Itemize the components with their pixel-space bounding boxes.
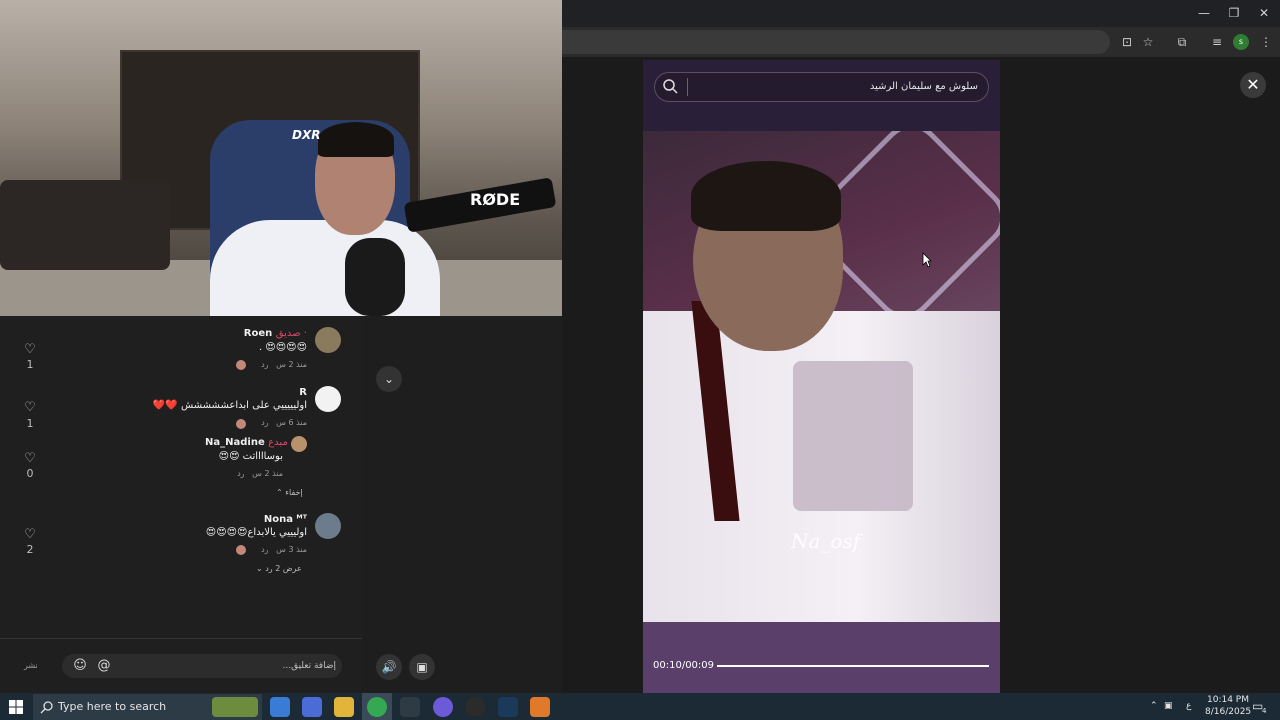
- install-icon[interactable]: ⊡: [1118, 34, 1136, 50]
- chrome-icon[interactable]: [367, 697, 387, 717]
- comment-time: منذ 2 س رد: [261, 360, 307, 369]
- person-hair: [691, 161, 841, 231]
- comment-time: منذ 2 س رد: [237, 469, 283, 478]
- notification-count: 4: [1262, 707, 1267, 715]
- comment-author[interactable]: Roen صديق ·: [240, 328, 307, 339]
- star-icon[interactable]: ☆: [1139, 34, 1157, 50]
- volume-icon[interactable]: 🔊: [376, 654, 402, 680]
- app-icon[interactable]: [530, 697, 550, 717]
- search-icon: [40, 701, 53, 714]
- close-viewer-button[interactable]: ✕: [1240, 72, 1266, 98]
- discord-icon[interactable]: [433, 697, 453, 717]
- emoji-icon[interactable]: ☺: [72, 658, 88, 674]
- file-explorer-icon[interactable]: [334, 697, 354, 717]
- mention-icon[interactable]: @: [96, 658, 112, 674]
- avatar[interactable]: [315, 386, 341, 412]
- comment-author[interactable]: R: [280, 387, 307, 398]
- mic-brand-logo: RØDE: [470, 190, 521, 209]
- comment-placeholder[interactable]: إضافة تعليق...: [120, 654, 336, 678]
- profile-avatar[interactable]: s: [1233, 34, 1249, 50]
- like-icon[interactable]: ♡: [22, 452, 38, 466]
- chair-brand-logo: DXR: [292, 128, 321, 142]
- language-indicator[interactable]: ع: [1186, 701, 1191, 711]
- clock-time[interactable]: 10:14 PM: [1207, 695, 1249, 705]
- creator-like-avatar: [236, 545, 246, 555]
- obs-icon[interactable]: [465, 697, 485, 717]
- steam-icon[interactable]: [498, 697, 518, 717]
- creator-like-avatar: [236, 419, 246, 429]
- player-controls: [643, 622, 1000, 693]
- avatar[interactable]: [315, 513, 341, 539]
- comment-author[interactable]: Na_Nadine مبدع ·: [205, 437, 294, 448]
- tray-chevron-icon[interactable]: ⌃: [1150, 701, 1158, 711]
- comment-text: بوسااااتت 😍😍: [218, 451, 283, 462]
- like-count: 0: [26, 467, 34, 480]
- comments-panel: [0, 316, 362, 693]
- address-bar[interactable]: [562, 30, 1110, 54]
- microphone: [345, 238, 405, 316]
- video-frame[interactable]: Na_osf: [643, 131, 1000, 622]
- search-icon[interactable]: [662, 78, 678, 94]
- webcam-overlay: RØDE DXR: [0, 0, 562, 316]
- comment-text: اوليييييي على ابداعششششش ❤️❤️: [152, 400, 307, 411]
- copilot-icon[interactable]: [270, 697, 290, 717]
- zoom-icon[interactable]: [302, 697, 322, 717]
- close-window-button[interactable]: ✕: [1254, 5, 1274, 21]
- video-watermark: Na_osf: [791, 529, 861, 553]
- extensions-icon[interactable]: ⧉: [1173, 34, 1191, 50]
- chevron-down-icon[interactable]: ⌄: [376, 366, 402, 392]
- avatar[interactable]: [315, 327, 341, 353]
- progress-bar[interactable]: [717, 665, 989, 667]
- windows-start-icon[interactable]: [8, 699, 24, 715]
- widgets-icon[interactable]: [212, 697, 258, 717]
- post-button[interactable]: نشر: [24, 661, 38, 670]
- comment-text: اوليييي يالابداع😍😍😍😍: [205, 527, 307, 538]
- restore-button[interactable]: ❐: [1224, 5, 1244, 21]
- taskbar-search-placeholder[interactable]: Type here to search: [58, 694, 166, 720]
- progress-fill: [717, 665, 742, 667]
- like-count: 1: [26, 417, 34, 430]
- menu-icon[interactable]: ⋮: [1257, 34, 1275, 50]
- clock-date[interactable]: 8/16/2025: [1205, 707, 1251, 717]
- comment-time: منذ 6 س رد: [261, 418, 307, 427]
- creator-like-avatar: [236, 360, 246, 370]
- browser-titlebar: [562, 0, 1280, 27]
- like-count: 2: [26, 543, 34, 556]
- comment-author[interactable]: Nona ᴹᵀ: [252, 514, 307, 525]
- mouse-cursor-icon: [922, 252, 932, 268]
- tray-app-icon[interactable]: ▣: [1164, 701, 1173, 711]
- like-count: 1: [26, 358, 34, 371]
- divider: [0, 638, 362, 639]
- xbox-icon[interactable]: [400, 697, 420, 717]
- shirt: [210, 220, 440, 316]
- view-replies-link[interactable]: عرض 2 رد ⌄: [256, 564, 302, 573]
- playback-time: 00:10/00:09: [653, 660, 715, 671]
- comment-text: 😍😍😍😍 .: [258, 342, 307, 353]
- like-icon[interactable]: ♡: [22, 401, 38, 415]
- sofa: [0, 180, 170, 270]
- streamer-hair: [318, 122, 394, 157]
- search-query[interactable]: سلوش مع سليمان الرشيد: [700, 78, 978, 96]
- pip-icon[interactable]: ▣: [409, 654, 435, 680]
- media-icon[interactable]: ≡: [1208, 34, 1226, 50]
- like-icon[interactable]: ♡: [22, 343, 38, 357]
- hide-replies-link[interactable]: إخفاء ⌃: [276, 488, 303, 497]
- search-divider: [687, 78, 688, 96]
- like-icon[interactable]: ♡: [22, 528, 38, 542]
- minimize-button[interactable]: —: [1194, 5, 1214, 21]
- crowd: [793, 361, 913, 511]
- comment-time: منذ 3 س رد: [261, 545, 307, 554]
